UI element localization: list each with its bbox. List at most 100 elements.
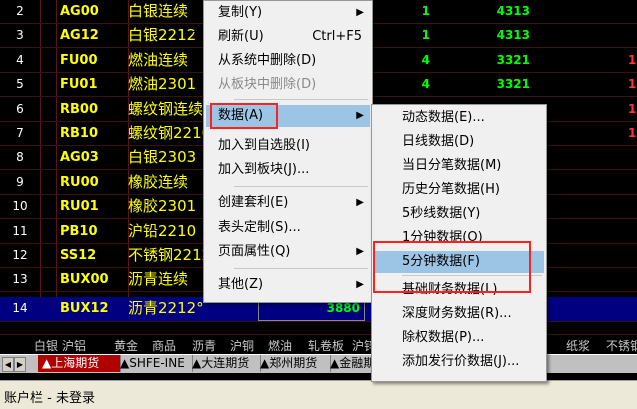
edge-value: [628, 268, 637, 291]
contract-name: 不锈钢2212: [128, 246, 208, 264]
submenu-item-deep-finance[interactable]: 深度财务数据(R)...: [374, 303, 544, 325]
row-index: 2: [16, 4, 24, 18]
tab-scroll-left-icon[interactable]: ◀: [2, 357, 14, 372]
annotation-box-5min: [373, 241, 531, 293]
row-index: 12: [12, 248, 28, 262]
menu-item-header-custom[interactable]: 表头定制(S)...: [206, 217, 370, 239]
edge-value: [628, 171, 637, 194]
submenu-arrow-icon: ▶: [356, 110, 364, 121]
tab-exchange[interactable]: ▲郑州期货: [256, 355, 331, 372]
tab-exchange[interactable]: ▲SHFE-INE: [116, 355, 193, 372]
category-item[interactable]: 纸浆: [566, 337, 590, 354]
contract-code: FU01: [60, 77, 98, 93]
submenu-item-exrights[interactable]: 除权数据(P)...: [374, 327, 544, 349]
menu-separator: [234, 186, 368, 187]
contract-name: 螺纹钢2210: [128, 124, 208, 142]
contract-name: 沪铅2210: [128, 221, 197, 240]
edge-value: [628, 146, 637, 169]
menu-item-other[interactable]: 其他(Z) ▶: [206, 274, 370, 296]
contract-name: 燃油2301: [128, 75, 197, 94]
volume-value: 1: [421, 4, 430, 18]
category-item[interactable]: 黄金: [114, 337, 138, 354]
contract-name: 橡胶连续: [128, 172, 189, 191]
row-index: 9: [16, 174, 24, 189]
delete-x-icon: ✕: [192, 53, 203, 68]
annotation-box-data: [210, 103, 278, 129]
category-item[interactable]: 不锈钢: [606, 337, 637, 354]
row-index: 4: [16, 52, 24, 67]
edge-value: 1: [628, 126, 637, 140]
menu-item-create-combo[interactable]: 创建套利(E) ▶: [206, 192, 370, 214]
category-item[interactable]: 沪铜: [230, 337, 254, 354]
contract-name: 沥青连续: [128, 270, 189, 289]
menu-item-delete-block: 从板块中删除(D): [218, 77, 317, 92]
row-index: 3: [16, 28, 24, 43]
menu-item-page-props[interactable]: 页面属性(Q) ▶: [206, 241, 370, 263]
contract-code: FU00: [60, 52, 98, 68]
account-status: 账户栏 - 未登录: [4, 391, 95, 406]
contract-code: AG12: [60, 28, 99, 44]
category-item[interactable]: 商品: [152, 337, 176, 354]
category-item[interactable]: 燃油: [268, 337, 292, 354]
category-item[interactable]: 白银: [34, 337, 58, 354]
menu-item-copy[interactable]: 复制(Y) ▶: [206, 2, 370, 24]
category-item[interactable]: 轧卷板: [308, 337, 344, 354]
volume-value: 4: [421, 77, 430, 92]
contract-name: 橡胶2301: [128, 197, 197, 216]
volume-value: 4: [421, 52, 430, 67]
submenu-item-tick-today[interactable]: 当日分笔数据(M): [374, 155, 544, 177]
price-value: 4313: [496, 28, 530, 43]
row-index: 6: [16, 101, 24, 116]
contract-code: RU00: [60, 174, 99, 190]
price-value: 3321: [496, 77, 530, 92]
menu-item-delete-system[interactable]: ✕ 从系统中删除(D): [192, 50, 370, 72]
contract-code: AG03: [60, 150, 99, 166]
tab-exchange[interactable]: ▲上海期货: [38, 355, 121, 372]
row-index: 5: [16, 77, 24, 92]
contract-code: RU01: [60, 199, 99, 215]
contract-code: BUX00: [60, 272, 109, 288]
submenu-item-issue-price[interactable]: 添加发行价数据(J)...: [374, 351, 544, 373]
submenu-arrow-icon: ▶: [356, 7, 364, 18]
submenu-item-tick-history[interactable]: 历史分笔数据(H): [374, 179, 544, 201]
row-index: 14: [12, 301, 28, 315]
contract-code: PB10: [60, 223, 98, 239]
menu-item-add-watchlist[interactable]: 加入到自选股(I): [206, 135, 370, 157]
category-item[interactable]: 沪铝: [62, 337, 86, 354]
contract-code: AG00: [60, 4, 99, 19]
refresh-shortcut: Ctrl+F5: [312, 29, 362, 44]
row-index: 7: [16, 126, 24, 140]
edge-value: 1: [628, 77, 637, 92]
tab-scroll-right-icon[interactable]: ▶: [14, 357, 26, 372]
tab-exchange[interactable]: ▲大连期货: [188, 355, 261, 372]
status-bar: 账户栏 - 未登录: [0, 380, 637, 409]
submenu-arrow-icon: ▶: [356, 246, 364, 257]
submenu-item-daily[interactable]: 日线数据(D): [374, 131, 544, 153]
submenu-item-dynamic[interactable]: 动态数据(E)...: [374, 107, 544, 129]
submenu-arrow-icon: ▶: [356, 197, 364, 208]
edge-value: [628, 0, 637, 23]
menu-separator: [234, 99, 368, 100]
edge-value: 1: [628, 52, 637, 67]
menu-item-add-block[interactable]: 加入到板块(J)...: [206, 159, 370, 181]
submenu-item-5sec[interactable]: 5秒线数据(Y): [374, 203, 544, 225]
edge-value: [628, 220, 637, 243]
menu-separator: [234, 268, 368, 269]
contract-name: 白银连续: [128, 2, 189, 20]
row-index: 10: [12, 199, 28, 214]
category-item[interactable]: 沥青: [192, 337, 216, 354]
tab-exchange[interactable]: ▲金融期: [326, 355, 377, 372]
menu-item-refresh[interactable]: ↻ 刷新(U) Ctrl+F5: [192, 26, 370, 48]
edge-value: [628, 195, 637, 218]
contract-name: 白银2303: [128, 148, 197, 167]
edge-value: 1: [628, 101, 637, 116]
row-index: 11: [12, 223, 28, 238]
edge-value: [628, 24, 637, 47]
row-index: 13: [12, 272, 28, 287]
contract-name: 沥青2212°: [128, 299, 204, 317]
contract-code: BUX12: [60, 301, 109, 316]
contract-name: 螺纹钢连续: [128, 99, 204, 118]
price-value: 4313: [496, 4, 530, 18]
volume-value: 1: [421, 28, 430, 43]
context-menu: 复制(Y) ▶ ↻ 刷新(U) Ctrl+F5 ✕ 从系统中删除(D) 从板块中…: [192, 0, 373, 303]
